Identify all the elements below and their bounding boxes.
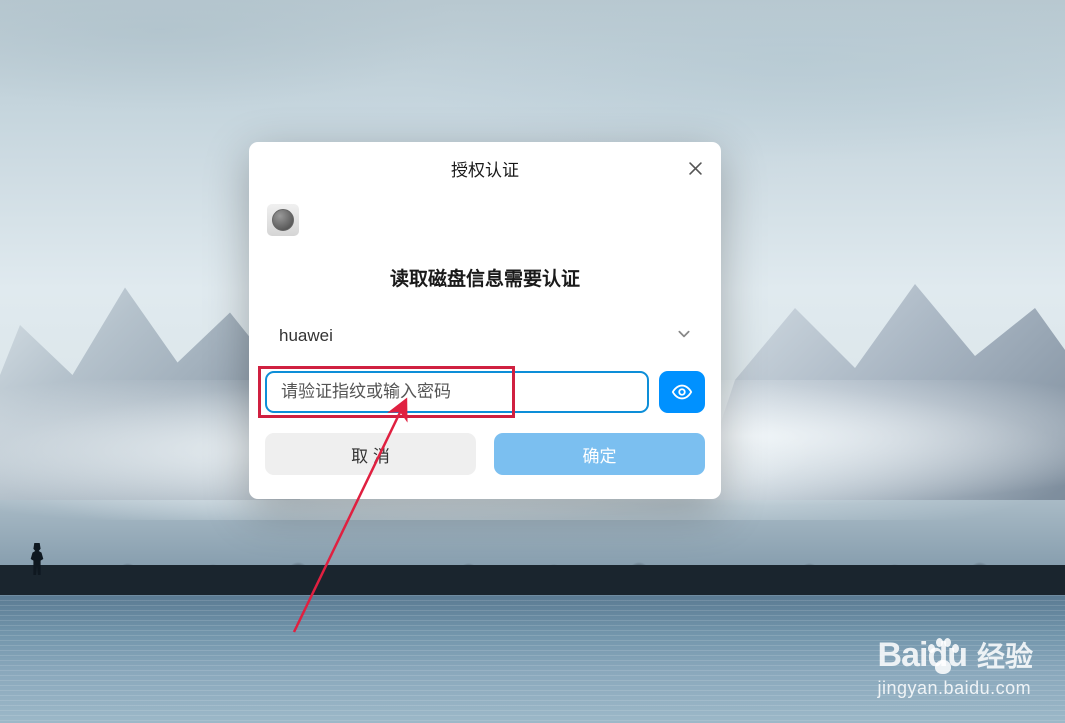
cancel-button[interactable]: 取 消 — [265, 433, 476, 475]
dialog-title: 授权认证 — [451, 156, 519, 181]
watermark-brand: Bai — [878, 636, 928, 674]
show-password-button[interactable] — [659, 371, 705, 413]
disk-utility-icon — [267, 204, 299, 236]
watermark-product: 经验 — [977, 635, 1033, 675]
dialog-message: 读取磁盘信息需要认证 — [249, 264, 721, 291]
chevron-down-icon — [677, 327, 691, 346]
user-dropdown[interactable]: huawei — [265, 315, 705, 357]
selected-user: huawei — [279, 326, 333, 346]
close-button[interactable] — [683, 156, 707, 180]
close-icon — [689, 162, 702, 175]
watermark-url: jingyan.baidu.com — [878, 678, 1033, 699]
ok-button[interactable]: 确定 — [494, 433, 705, 475]
password-input[interactable] — [265, 371, 649, 413]
authorization-dialog: 授权认证 读取磁盘信息需要认证 huawei 取 消 确定 — [249, 142, 721, 499]
eye-icon — [671, 381, 693, 403]
watermark: Baidu 经验 jingyan.baidu.com — [878, 635, 1033, 699]
